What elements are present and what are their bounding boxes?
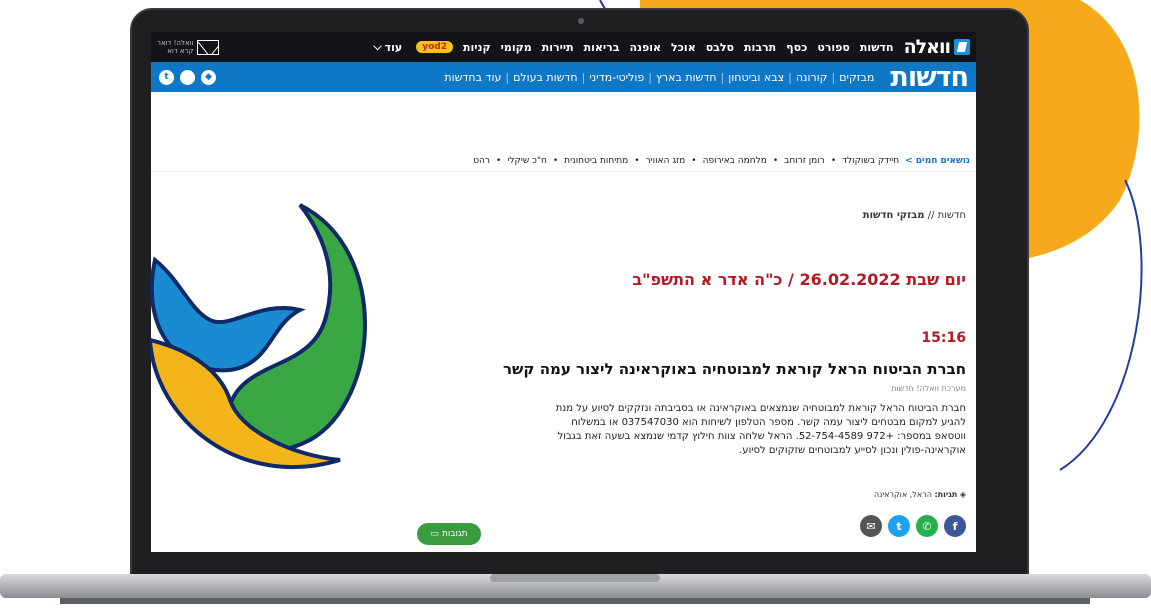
facebook-icon[interactable]: f [944,515,966,537]
speech-bubble-icon: ▭ [430,529,439,539]
tags-list[interactable]: הראל, אוקראינה [874,490,932,499]
bullet: • [830,155,837,166]
section-link-local-news[interactable]: חדשות בארץ [656,71,717,84]
hot-topic-item[interactable]: רומן זרוחב [784,156,825,166]
twitter-icon[interactable]: t [888,515,910,537]
nav-item-fashion[interactable]: אופנה [629,41,661,54]
divider: | [831,70,836,84]
bullet: • [496,155,502,166]
social-links: t ◆ [159,69,216,85]
article-byline: מערכת וואלה! חדשות [891,384,966,393]
section-title[interactable]: חדשות [890,62,969,93]
nav-item-celebs[interactable]: סלבס [706,41,734,54]
article-tags: ◈ תגיות: הראל, אוקראינה [874,490,966,499]
ad-space [151,92,976,150]
article-time: 15:16 [921,330,966,346]
article-headline: חברת הביטוח הראל קוראת למבוטחיה באוקראינ… [503,360,966,378]
laptop-base [0,574,1151,604]
nav-item-shopping[interactable]: קניות [463,41,491,54]
nav-item-news[interactable]: חדשות [860,41,894,54]
decorative-swirl-logo [150,203,367,470]
divider: | [720,70,725,84]
top-navigation: וואלה חדשות ספורט כסף תרבות סלבס אוכל או… [151,32,976,62]
mail-label: וואלה! דואר [157,39,194,47]
nav-item-sport[interactable]: ספורט [817,41,850,54]
divider: | [788,70,792,84]
bullet: • [691,155,697,166]
section-link-flashes[interactable]: מבזקים [839,71,874,84]
hot-topics-bar: נושאים חמים > חיידק בשוקולד • רומן זרוחב •… [151,150,976,172]
article-date: יום שבת 26.02.2022 / כ"ה אדר א התשפ"ב [632,270,966,289]
hot-topic-item[interactable]: רהט [473,156,490,166]
main-nav: חדשות ספורט כסף תרבות סלבס אוכל אופנה בר… [463,41,894,54]
mail-envelope-icon [197,39,220,55]
section-link-army[interactable]: צבא וביטחון [728,71,784,84]
more-label: עוד [384,40,403,54]
nav-item-money[interactable]: כסף [786,41,807,54]
hot-topic-item[interactable]: מלחמה באירופה [703,156,767,166]
section-link-corona[interactable]: קורונה [796,71,828,84]
breadcrumb-section[interactable]: חדשות // [928,210,966,221]
mail-icon[interactable]: ✉ [860,515,882,537]
section-link-world[interactable]: חדשות בעולם [513,71,578,84]
tag-icon: ◈ [959,490,966,499]
walla-logo[interactable]: וואלה [904,36,970,58]
android-icon[interactable]: ◆ [201,69,216,85]
walla-logo-icon [954,39,970,55]
whatsapp-icon[interactable]: ✆ [916,515,938,537]
share-buttons: f ✆ t ✉ [860,515,966,537]
divider: | [648,70,652,84]
camera-icon [578,18,584,24]
section-link-more[interactable]: עוד בחדשות [444,71,501,84]
hot-topic-item[interactable]: ח"כ שיקלי [507,156,547,166]
bullet: • [634,155,640,166]
nav-item-food[interactable]: אוכל [671,41,696,54]
comments-label: תגובות [441,529,468,539]
twitter-icon[interactable]: t [159,69,174,85]
hot-topic-item[interactable]: חיידק בשוקולד [842,156,899,166]
breadcrumb: חדשות // מבזקי חדשות [863,210,966,221]
nav-item-health[interactable]: בריאות [584,41,620,54]
bullet: • [772,155,779,166]
hot-topic-item[interactable]: מזג האוויר [646,156,686,166]
hot-topic-item[interactable]: מתיחות ביטחונית [564,156,628,166]
section-link-politics[interactable]: פוליטי-מדיני [589,71,644,84]
divider: | [581,70,586,84]
nav-item-culture[interactable]: תרבות [744,41,776,54]
section-bar: חדשות מבזקים | קורונה | צבא וביטחון | חדשות… [151,62,976,93]
more-menu-button[interactable]: עוד ⌵ [373,40,402,54]
mail-sub-label: קרא דוא [167,47,194,55]
section-links: מבזקים | קורונה | צבא וביטחון | חדשות בארץ |… [444,71,874,84]
hot-topics-label[interactable]: נושאים חמים > [905,156,970,166]
article-body: חברת הביטוח הראל קוראת למבוטחיה שנמצאים … [555,403,966,456]
comments-button[interactable]: תגובות ▭ [417,523,481,545]
chevron-down-icon: ⌵ [373,40,382,53]
breadcrumb-current[interactable]: מבזקי חדשות [863,210,925,221]
mail-link[interactable]: וואלה! דואר קרא דוא [157,39,220,55]
stage: וואלה חדשות ספורט כסף תרבות סלבס אוכל או… [0,0,1151,611]
bullet: • [552,155,559,166]
nav-item-local[interactable]: מקומי [501,41,532,54]
logo-text: וואלה [903,36,951,58]
tags-label: תגיות: [934,490,958,499]
divider: | [505,70,510,84]
nav-item-tourism[interactable]: תיירות [542,41,574,54]
yod2-badge[interactable]: yod2 [416,41,454,53]
apple-icon[interactable] [180,69,195,85]
